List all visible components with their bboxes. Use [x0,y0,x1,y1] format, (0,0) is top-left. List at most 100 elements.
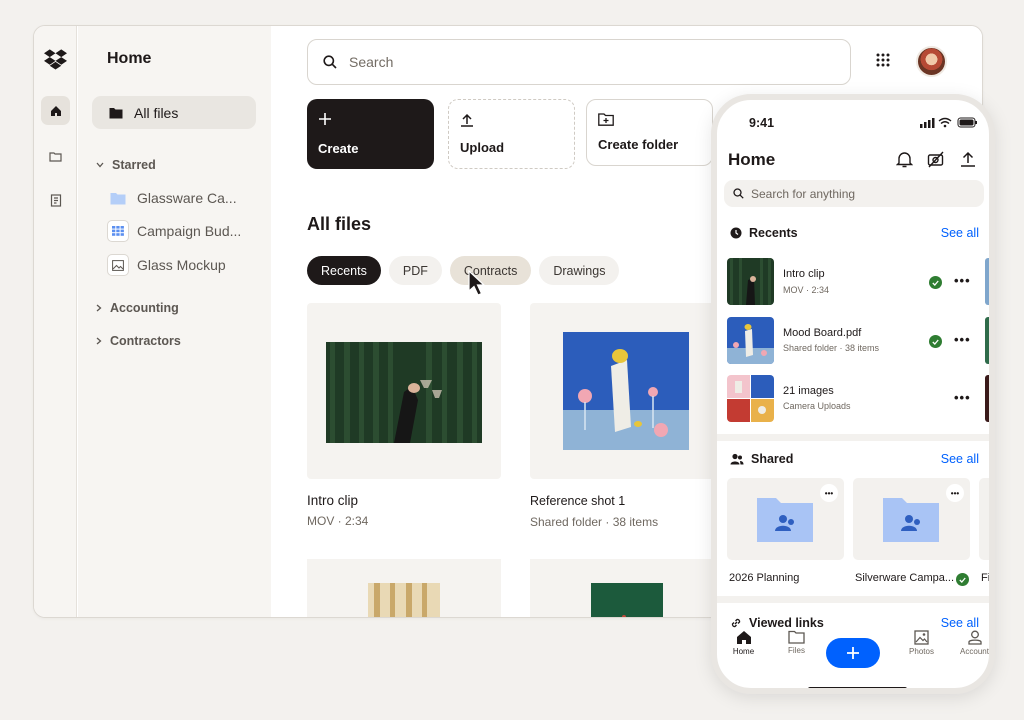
sidebar-group-starred[interactable]: Starred [96,158,156,172]
nav-account[interactable]: Account [948,630,989,670]
nav-label: Files [788,646,805,655]
sidebar-item-all-files[interactable]: All files [92,96,256,129]
plus-icon [319,113,331,125]
shared-folder-card[interactable]: ••• [853,478,970,560]
phone-search-input[interactable]: Search for anything [724,180,984,207]
recent-item-name: Intro clip [783,268,825,280]
camera-off-icon[interactable] [927,151,944,168]
filter-chip-recents[interactable]: Recents [307,256,381,285]
sidebar-title: Home [107,50,152,67]
sidebar-group-contractors[interactable]: Contractors [96,334,181,348]
file-card-partial[interactable] [307,559,501,617]
recent-thumb-peek [985,317,989,364]
search-input[interactable]: Search [307,39,851,85]
shared-folder-icon [883,498,939,542]
chevron-right-icon [96,304,102,312]
nav-label: Home [732,647,755,656]
shared-see-all-link[interactable]: See all [941,452,979,466]
link-icon [731,618,741,628]
image-thumbnail [368,583,440,617]
create-label: Create [318,141,359,156]
upload-button[interactable]: Upload [448,99,575,169]
icon-rail [34,26,77,617]
dropbox-logo-icon[interactable] [44,48,67,70]
shared-folder-card-peek[interactable] [979,478,989,560]
section-title: All files [307,214,372,234]
apps-grid-icon[interactable] [876,53,890,67]
chevron-down-icon [96,162,104,168]
create-button[interactable]: Create [307,99,434,169]
sidebar-item-label: Glass Mockup [137,257,226,273]
nav-files[interactable]: Files [770,630,823,670]
shared-folder-icon [757,498,813,542]
shared-folder-name: Fi [981,572,991,584]
sidebar-item-label: Campaign Bud... [137,223,242,239]
phone-section-label: Shared [751,452,794,466]
more-options-icon[interactable]: ••• [946,484,964,502]
file-card-reference-shot[interactable] [530,303,724,479]
recent-item-meta: Camera Uploads [783,401,851,411]
recent-thumb-intro-clip [727,258,774,305]
upload-icon [461,113,473,127]
image-icon [107,254,129,276]
sidebar-group-label: Accounting [110,301,179,315]
recent-item-meta: MOV · 2:34 [783,285,830,295]
recent-thumb-21-images [727,375,774,422]
add-button[interactable] [826,638,880,668]
document-icon [50,194,61,207]
bell-icon[interactable] [896,151,913,168]
create-folder-button[interactable]: Create folder [586,99,713,166]
recent-thumb-peek [985,258,989,305]
sidebar-group-accounting[interactable]: Accounting [96,301,179,315]
file-card-partial[interactable] [530,559,724,617]
filter-chip-drawings[interactable]: Drawings [539,256,620,285]
sidebar-group-label: Contractors [110,334,181,348]
section-divider [717,596,989,603]
sidebar-item-label: Glassware Ca... [137,190,237,206]
clock-icon [730,227,742,239]
photos-icon [914,630,929,645]
upload-icon[interactable] [960,151,976,167]
phone-search-placeholder: Search for anything [751,186,856,201]
sidebar-item-campaign-budget[interactable]: Campaign Bud... [107,218,241,244]
home-indicator [808,687,907,688]
file-card-name: Intro clip [307,493,359,508]
account-icon [967,630,982,645]
folder-icon [49,152,62,162]
folder-icon [109,107,123,118]
rail-docs-button[interactable] [41,186,70,215]
sidebar-item-label: All files [134,104,179,121]
folder-icon [107,192,129,205]
more-options-icon[interactable]: ••• [954,332,971,347]
recent-item-name: 21 images [783,385,834,397]
shared-folder-card[interactable]: ••• [727,478,844,560]
more-options-icon[interactable]: ••• [954,273,971,288]
create-folder-label: Create folder [598,137,679,152]
sidebar-item-glass-mockup[interactable]: Glass Mockup [107,252,226,278]
rail-files-button[interactable] [41,142,70,171]
filter-chip-pdf[interactable]: PDF [388,256,442,285]
phone-page-title: Home [728,150,776,169]
recent-item-name: Mood Board.pdf [783,327,862,339]
file-card-intro-clip[interactable] [307,303,501,479]
home-icon [736,631,751,644]
image-thumbnail [563,332,689,450]
recents-see-all-link[interactable]: See all [941,226,979,240]
folder-icon [788,630,805,644]
avatar[interactable] [916,46,947,77]
synced-check-icon [929,335,942,348]
phone-section-shared: Shared [730,452,793,466]
shared-folder-name: 2026 Planning [729,572,800,584]
more-options-icon[interactable]: ••• [820,484,838,502]
phone-section-viewed-links: Viewed links [730,616,824,630]
nav-home[interactable]: Home [717,630,770,670]
more-options-icon[interactable]: ••• [954,390,971,405]
sidebar-item-glassware[interactable]: Glassware Ca... [107,185,237,211]
rail-home-button[interactable] [41,96,70,125]
viewed-links-see-all-link[interactable]: See all [941,616,979,630]
filter-chip-contracts[interactable]: Contracts [449,256,532,285]
file-card-meta: MOV · 2:34 [307,514,369,528]
recent-item-meta: Shared folder · 38 items [783,343,880,353]
nav-photos[interactable]: Photos [895,630,948,670]
plus-icon [847,647,859,659]
